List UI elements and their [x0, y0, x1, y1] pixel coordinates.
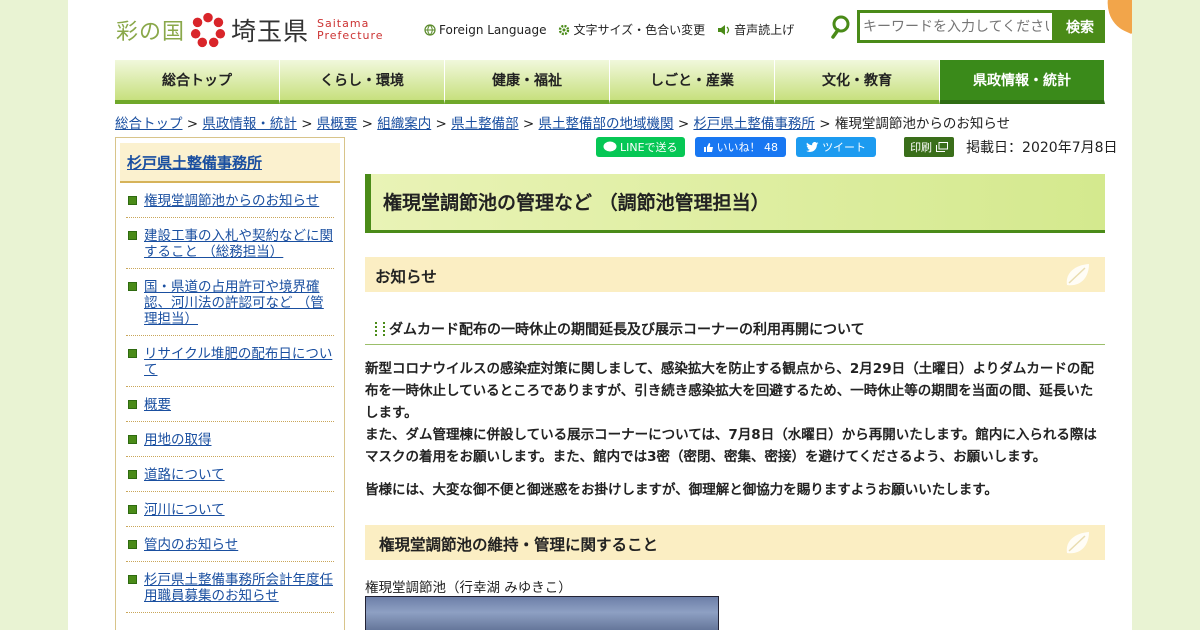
leaf-icon [1066, 532, 1089, 554]
twitter-bird-icon [806, 141, 819, 152]
facebook-like-button[interactable]: いいね！ 48 [694, 137, 787, 157]
breadcrumb-link[interactable]: 県土整備部 [451, 116, 519, 132]
search-input[interactable] [857, 10, 1055, 43]
sidebar: 杉戸県土整備事務所 権現堂調節池からのお知らせ 建設工事の入札や契約などに関する… [115, 137, 345, 630]
breadcrumb-link[interactable]: 県政情報・統計 [202, 116, 297, 132]
breadcrumb-link[interactable]: 県概要 [317, 116, 358, 132]
sidebar-item[interactable]: 道路について [126, 457, 334, 492]
line-icon [603, 141, 617, 152]
site-logo[interactable]: 彩の国 埼玉県 Saitama Prefecture [116, 9, 384, 51]
logo-english-text: Saitama Prefecture [317, 17, 384, 42]
nav-living[interactable]: くらし・環境 [280, 60, 445, 104]
photo-caption: 権現堂調節池（行幸湖 みゆきこ） [365, 580, 572, 596]
logo-ken-text: 埼玉県 [231, 17, 310, 46]
search-form: 検索 [830, 10, 1105, 43]
foreign-language-link[interactable]: Foreign Language [424, 21, 546, 38]
sidebar-item[interactable]: 河川について [126, 492, 334, 527]
gear-icon [559, 24, 570, 35]
paragraph-1: 新型コロナウイルスの感染症対策に関しまして、感染拡大を防止する観点から、2月29… [365, 361, 1097, 465]
globe-icon [424, 23, 436, 36]
sidebar-title[interactable]: 杉戸県土整備事務所 [120, 143, 340, 183]
sidebar-item[interactable]: 管内のお知らせ [126, 527, 334, 562]
font-size-color-link[interactable]: 文字サイズ・色合い変更 [558, 21, 705, 38]
nav-work[interactable]: しごと・産業 [610, 60, 775, 104]
leaf-icon [1066, 264, 1089, 286]
line-share-button[interactable]: LINEで送る [596, 137, 685, 157]
nav-prefecture-info[interactable]: 県政情報・統計 [940, 60, 1105, 104]
search-button[interactable]: 検索 [1055, 10, 1105, 43]
window-icon [936, 142, 949, 152]
subsection-heading: ダムカード配布の一時休止の期間延長及び展示コーナーの利用再開について [365, 315, 1105, 345]
breadcrumb-link[interactable]: 県土整備部の地域機関 [539, 116, 674, 132]
reservoir-photo [365, 596, 719, 630]
sidebar-item[interactable]: 用地の取得 [126, 422, 334, 457]
publish-date: 掲載日：2020年7月8日 [966, 140, 1118, 156]
thumbs-up-icon [703, 142, 713, 152]
tweet-button[interactable]: ツイート [796, 137, 877, 157]
paragraph-2: 皆様には、大変な御不便と御迷惑をお掛けしますが、御理解と御協力を賜りますようお願… [365, 482, 998, 498]
section-heading-notice: お知らせ [365, 257, 1105, 292]
page-title: 権現堂調節池の管理など （調節池管理担当） [365, 174, 1105, 233]
page: 彩の国 埼玉県 Saitama Prefecture Foreign Langua… [68, 0, 1132, 630]
utility-links: Foreign Language 文字サイズ・色合い変更 音声読上げ [424, 21, 794, 38]
breadcrumb-link[interactable]: 組織案内 [377, 116, 431, 132]
print-button[interactable]: 印刷 [904, 137, 955, 157]
read-aloud-link[interactable]: 音声読上げ [717, 21, 794, 38]
breadcrumb-link[interactable]: 総合トップ [115, 116, 183, 132]
sidebar-item[interactable]: 概要 [126, 387, 334, 422]
share-bar: LINEで送る いいね！ 48 ツイート 印刷 掲載日：2020年7月8日 [596, 137, 1118, 157]
speaker-icon [718, 24, 730, 35]
sidebar-item[interactable]: 国・県道の占用許可や境界確認、河川法の許認可など （管理担当） [126, 269, 334, 336]
global-nav: 総合トップ くらし・環境 健康・福祉 しごと・産業 文化・教育 県政情報・統計 [115, 60, 1105, 104]
breadcrumb: 総合トップ > 県政情報・統計 > 県概要 > 組織案内 > 県土整備部 > 県… [115, 116, 1011, 132]
sidebar-item[interactable]: 杉戸県土整備事務所会計年度任用職員募集のお知らせ [126, 562, 334, 613]
search-icon [831, 15, 850, 39]
sidebar-item[interactable]: リサイクル堆肥の配布日について [126, 336, 334, 387]
sidebar-item[interactable]: 権現堂調節池からのお知らせ [126, 183, 334, 218]
logo-aya-text: 彩の国 [116, 20, 186, 45]
section-heading-maintenance: 権現堂調節池の維持・管理に関すること [365, 525, 1105, 560]
prefecture-emblem-icon [190, 12, 226, 48]
nav-health[interactable]: 健康・福祉 [445, 60, 610, 104]
sidebar-item[interactable]: 建設工事の入札や契約などに関すること （総務担当） [126, 218, 334, 269]
breadcrumb-link[interactable]: 杉戸県土整備事務所 [693, 116, 815, 132]
nav-top[interactable]: 総合トップ [115, 60, 280, 104]
nav-culture[interactable]: 文化・教育 [775, 60, 940, 104]
breadcrumb-current: 権現堂調節池からのお知らせ [834, 116, 1011, 132]
